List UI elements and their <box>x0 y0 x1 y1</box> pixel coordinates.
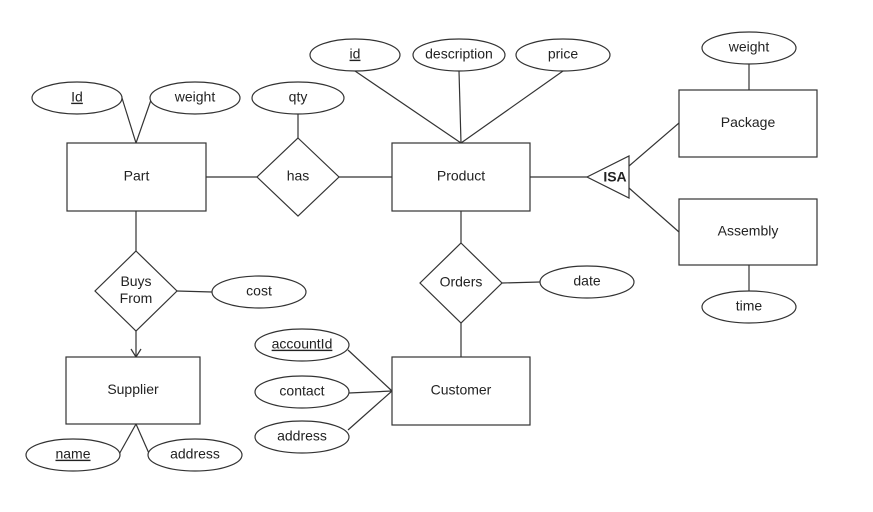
key-attribute-label: name <box>55 446 90 462</box>
edge-product_description <box>458 70 462 144</box>
entity-label: Part <box>124 168 150 184</box>
relationship-label: has <box>287 168 310 184</box>
attribute-label: cost <box>246 283 272 299</box>
isa-label: ISA <box>603 169 626 185</box>
attribute-label: description <box>425 46 493 62</box>
relationship-orders[interactable]: Orders <box>419 242 503 324</box>
relationship-label: Buys <box>120 273 151 289</box>
edge-customer_address <box>347 390 393 431</box>
attribute-label: weight <box>174 89 216 105</box>
attribute-product_id[interactable]: id <box>309 38 401 72</box>
relationship-label: Orders <box>440 274 483 290</box>
edge-orders_date <box>501 281 541 284</box>
attribute-label: contact <box>279 383 324 399</box>
attribute-part_id[interactable]: Id <box>31 81 123 115</box>
entity-label: Product <box>437 168 485 184</box>
key-attribute-label: accountId <box>272 336 333 352</box>
attribute-product_description[interactable]: description <box>412 38 506 72</box>
key-attribute-label: id <box>350 46 361 62</box>
attribute-supplier_address[interactable]: address <box>147 438 243 472</box>
edge-product_id <box>354 70 462 144</box>
edge-part_weight <box>135 99 152 144</box>
edge-customer_accountId <box>347 349 393 392</box>
entity-part[interactable]: Part <box>66 142 207 212</box>
entity-package[interactable]: Package <box>678 89 818 158</box>
attribute-buys_cost[interactable]: cost <box>211 275 307 309</box>
edge-buys_cost <box>176 290 213 293</box>
entity-label: Assembly <box>718 223 779 239</box>
attribute-label: weight <box>728 39 770 55</box>
relationship-label: From <box>120 290 153 306</box>
attribute-has_qty[interactable]: qty <box>251 81 345 115</box>
attribute-part_weight[interactable]: weight <box>149 81 241 115</box>
entity-product[interactable]: Product <box>391 142 531 212</box>
entity-label: Package <box>721 114 776 130</box>
edge-customer_contact <box>348 390 393 394</box>
entity-supplier[interactable]: Supplier <box>65 356 201 425</box>
attribute-orders_date[interactable]: date <box>539 265 635 299</box>
entity-customer[interactable]: Customer <box>391 356 531 426</box>
attribute-customer_address[interactable]: address <box>254 420 350 454</box>
edge-isa-package <box>628 122 680 167</box>
attribute-package_weight[interactable]: weight <box>701 31 797 65</box>
attribute-supplier_name[interactable]: name <box>25 438 121 472</box>
edge-product_price <box>460 70 564 144</box>
attribute-label: date <box>573 273 600 289</box>
entity-label: Customer <box>431 382 492 398</box>
attribute-product_price[interactable]: price <box>515 38 611 72</box>
isa-triangle[interactable]: ISA <box>585 155 630 199</box>
attribute-label: time <box>736 298 763 314</box>
attribute-label: address <box>277 428 327 444</box>
entity-label: Supplier <box>107 381 159 397</box>
entity-assembly[interactable]: Assembly <box>678 198 818 266</box>
attribute-customer_accountId[interactable]: accountId <box>254 328 350 362</box>
attribute-customer_contact[interactable]: contact <box>254 375 350 409</box>
key-attribute-label: Id <box>71 89 83 105</box>
edge-part_id <box>121 97 137 144</box>
attribute-label: price <box>548 46 579 62</box>
attribute-label: address <box>170 446 220 462</box>
attribute-assembly_time[interactable]: time <box>701 290 797 324</box>
edge-isa-assembly <box>628 187 680 233</box>
relationship-has[interactable]: has <box>256 137 340 217</box>
relationship-buysfrom[interactable]: BuysFrom <box>94 250 178 332</box>
er-diagram: Part Product Package Assembly Customer Suppli… <box>25 31 818 472</box>
attribute-label: qty <box>289 89 308 105</box>
